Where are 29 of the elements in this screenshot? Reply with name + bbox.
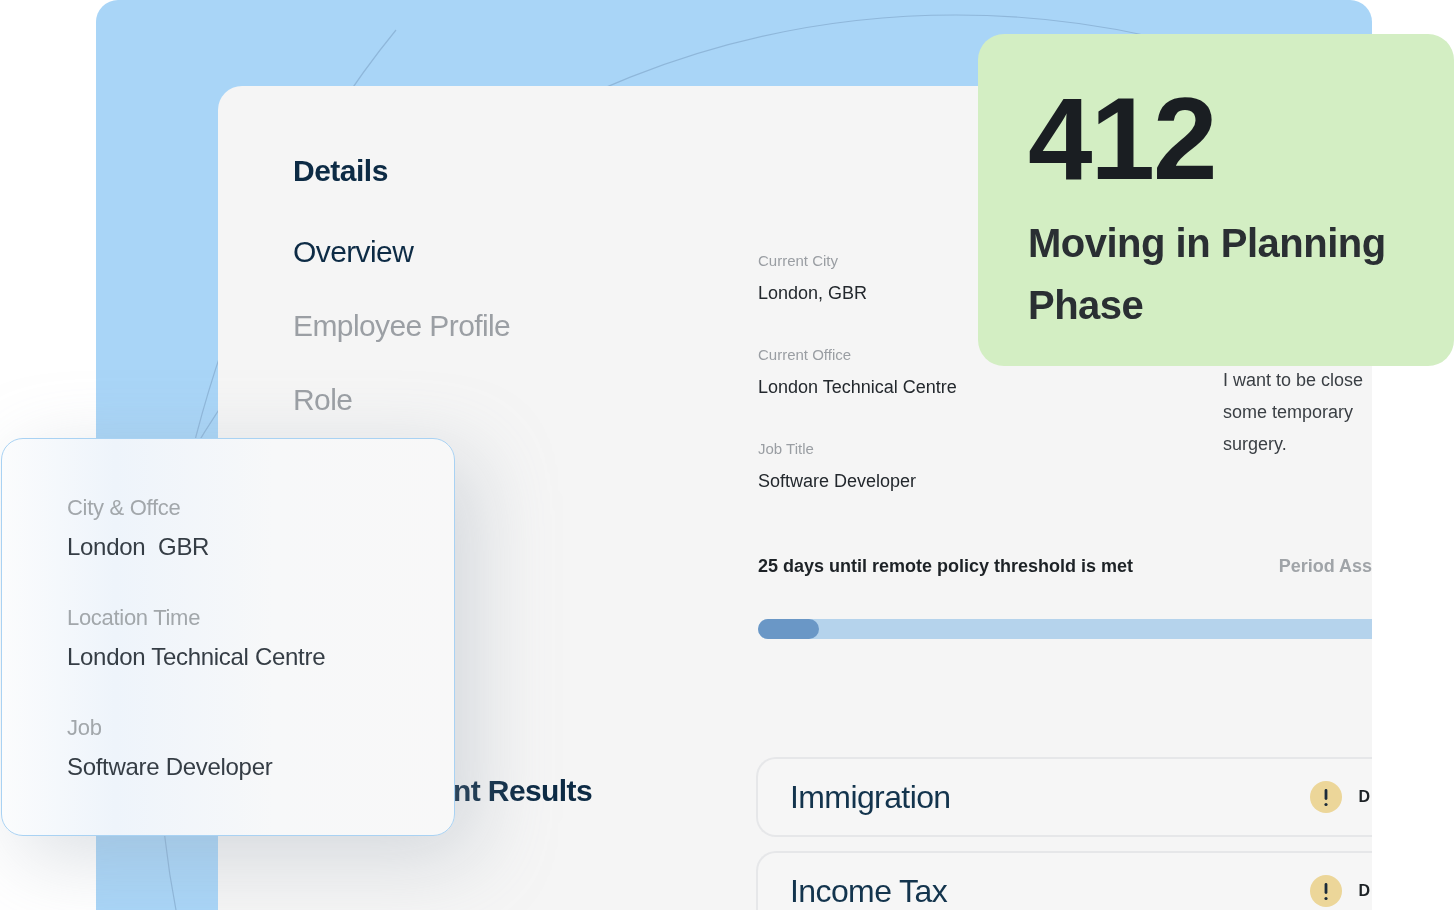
status-text: D (1358, 788, 1370, 806)
field-label: City & Offce (67, 495, 182, 521)
warning-icon (1310, 781, 1343, 813)
field-value: Software Developer (67, 753, 274, 781)
field-label: Job Title (758, 440, 815, 457)
field-label: Current Office (758, 346, 853, 363)
result-title: Income Tax (790, 872, 949, 910)
field-value: Software Developer (758, 471, 918, 492)
result-card[interactable]: Immigration D (756, 757, 1372, 837)
field-value: London Technical Centre (758, 377, 958, 398)
note-text: some temporary (1223, 401, 1355, 424)
result-card[interactable]: Income Tax D (756, 851, 1372, 910)
details-heading: Details (293, 154, 389, 188)
field-value: London GBR (67, 533, 211, 561)
stat-number: 412 (1028, 74, 1217, 204)
result-title: Immigration (790, 778, 952, 816)
warning-icon (1310, 875, 1343, 907)
note-text: surgery. (1223, 433, 1288, 456)
field-value: London Technical Centre (67, 643, 327, 671)
stat-caption: Moving in Planning Phase (1028, 220, 1387, 329)
policy-message: 25 days until remote policy threshold is met (758, 556, 1134, 577)
field-label: Current City (758, 252, 840, 269)
status-text: D (1358, 882, 1370, 900)
results-heading: nt Results (453, 774, 594, 808)
period-label: Period Ass (1278, 556, 1372, 577)
field-label: Location Time (67, 605, 202, 631)
note-text: I want to be close (1223, 369, 1364, 392)
nav-link[interactable]: Overview (293, 234, 758, 270)
field-label: Job (67, 715, 103, 741)
